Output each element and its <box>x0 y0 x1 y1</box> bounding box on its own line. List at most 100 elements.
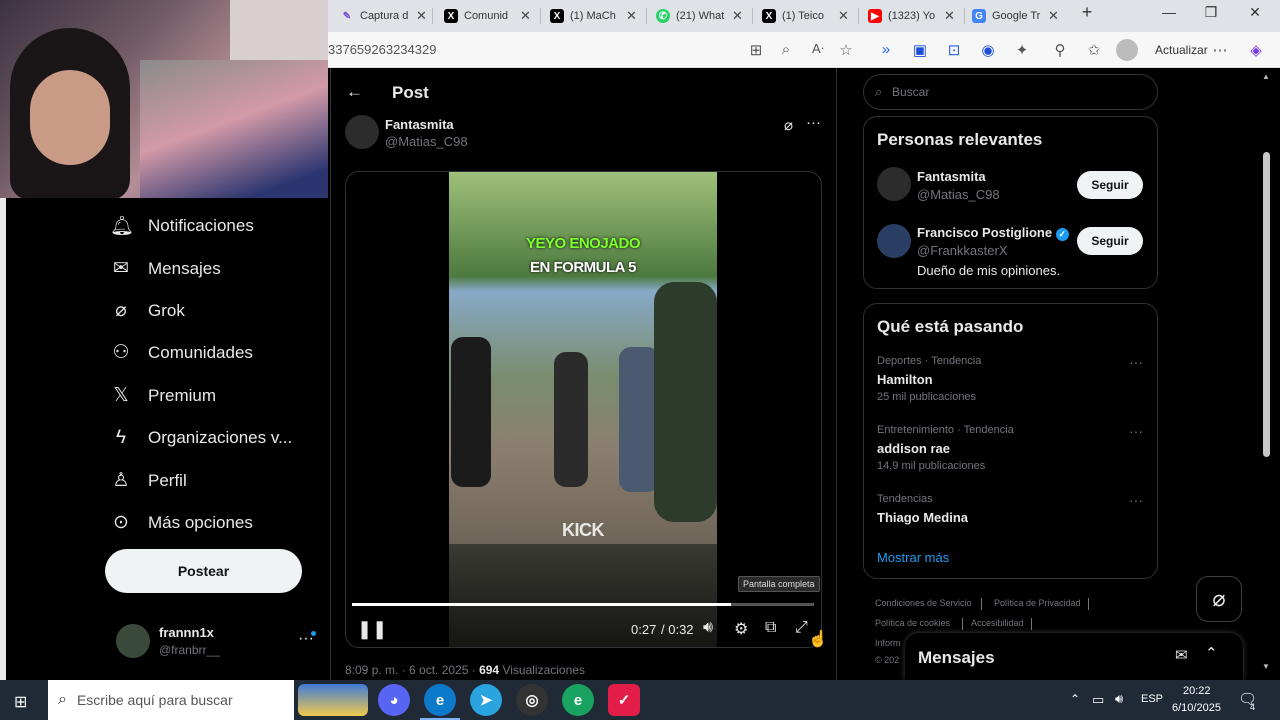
new-tab-icon[interactable]: + <box>1072 2 1102 23</box>
sidebar-item-comunidades[interactable]: ⚇ Comunidades <box>110 341 252 364</box>
back-arrow-icon[interactable]: ← <box>346 82 363 102</box>
fullscreen-icon[interactable]: ⤢ <box>795 619 808 637</box>
telegram-icon[interactable]: ➤ <box>470 684 502 716</box>
menu-dots-icon[interactable]: ⋯ <box>1210 41 1230 59</box>
search-input[interactable]: ⌕ Buscar <box>863 74 1158 110</box>
person-name[interactable]: Fantasmita <box>917 169 986 184</box>
browser-tab[interactable]: ▶ (1323) Yo ✕ <box>862 4 961 28</box>
show-more-link[interactable]: Mostrar más <box>877 550 949 565</box>
language-indicator[interactable]: ESP <box>1141 693 1163 705</box>
footer-link[interactable]: Política de cookies <box>875 618 950 628</box>
footer-link[interactable]: Política de Privacidad <box>994 598 1081 608</box>
widgets-icon[interactable] <box>298 684 368 716</box>
follow-button[interactable]: Seguir <box>1077 171 1143 199</box>
extension-icon[interactable]: ▣ <box>910 41 930 59</box>
url-text[interactable]: 337659263234329 <box>328 42 436 57</box>
windows-start-icon[interactable]: ⊞ <box>14 692 27 712</box>
browser-tab[interactable]: X (1) Teico ✕ <box>756 4 855 28</box>
sidebar-item-grok[interactable]: ⌀ Grok <box>110 299 185 322</box>
browser-tab[interactable]: X (1) MaCh ✕ <box>544 4 643 28</box>
sidebar-item-notificaciones[interactable]: 🔔︎ Notificaciones <box>110 214 254 238</box>
footer-link[interactable]: Inform <box>875 638 901 648</box>
minimize-icon[interactable]: — <box>1154 4 1184 20</box>
sidebar-item-premium[interactable]: 𝕏 Premium <box>110 384 216 407</box>
author-name[interactable]: Fantasmita <box>385 117 454 132</box>
author-handle[interactable]: @Matias_C98 <box>385 134 468 149</box>
scroll-down-icon[interactable]: ▼ <box>1262 662 1270 671</box>
split-screen-icon[interactable]: ⚲ <box>1050 41 1070 59</box>
profile-avatar-icon[interactable] <box>1116 39 1138 61</box>
close-icon[interactable]: ✕ <box>732 8 743 24</box>
scrollbar-thumb[interactable] <box>1263 152 1270 457</box>
read-aloud-icon[interactable]: Aᐧ <box>808 41 828 57</box>
browser-tab[interactable]: ✆ (21) What ✕ <box>650 4 749 28</box>
trend-more-icon[interactable]: ··· <box>1129 354 1143 370</box>
more-options-icon[interactable]: ··· <box>806 114 821 131</box>
clock-date[interactable]: 6/10/2025 <box>1172 702 1221 714</box>
pause-icon[interactable]: ❚❚ <box>357 619 387 640</box>
tray-chevron-icon[interactable]: ⌃ <box>1070 692 1080 706</box>
close-icon[interactable]: ✕ <box>416 8 427 24</box>
update-button[interactable]: Actualizar <box>1155 43 1208 57</box>
app-icon[interactable]: ✓ <box>608 684 640 716</box>
network-icon[interactable]: ▭ <box>1092 692 1104 708</box>
screenshot-icon[interactable]: ⊡ <box>944 41 964 59</box>
sidebar-item-mas-opciones[interactable]: ⊙ Más opciones <box>110 511 253 534</box>
close-icon[interactable]: ✕ <box>838 8 849 24</box>
trend-name[interactable]: addison rae <box>877 441 950 456</box>
follow-button[interactable]: Seguir <box>1077 227 1143 255</box>
expand-up-icon[interactable]: ⌃ <box>1205 644 1218 662</box>
extension-icon[interactable]: » <box>876 41 896 58</box>
clock-time[interactable]: 20:22 <box>1183 685 1211 697</box>
close-icon[interactable]: ✕ <box>520 8 531 24</box>
close-icon[interactable]: ✕ <box>626 8 637 24</box>
obs-icon[interactable]: ◎ <box>516 684 548 716</box>
favorite-star-icon[interactable]: ☆ <box>836 41 856 59</box>
restore-icon[interactable]: ❐ <box>1196 4 1226 21</box>
browser-tab[interactable]: X Comunid ✕ <box>438 4 537 28</box>
new-message-icon[interactable]: ✉ <box>1175 646 1188 664</box>
edge-icon[interactable]: e <box>424 684 456 716</box>
discord-icon[interactable]: ◕ <box>378 684 410 716</box>
volume-icon[interactable]: 🔊︎ <box>703 619 713 637</box>
settings-gear-icon[interactable]: ⚙ <box>734 619 748 639</box>
author-avatar[interactable] <box>345 115 379 149</box>
avatar[interactable] <box>877 167 911 201</box>
sidebar-item-organizaciones[interactable]: ϟ Organizaciones v... <box>110 427 292 449</box>
trend-name[interactable]: Thiago Medina <box>877 510 968 525</box>
person-name[interactable]: Francisco Postiglione ✓ <box>917 225 1069 241</box>
scroll-up-icon[interactable]: ▲ <box>1262 72 1270 81</box>
apps-icon[interactable]: ⊞ <box>746 41 766 59</box>
messages-drawer[interactable]: Mensajes ✉ ⌃ <box>905 633 1243 680</box>
trend-more-icon[interactable]: ··· <box>1129 492 1143 508</box>
sidebar-item-mensajes[interactable]: ✉ Mensajes <box>110 257 221 280</box>
close-window-icon[interactable]: ✕ <box>1240 4 1270 21</box>
post-button[interactable]: Postear <box>105 549 302 593</box>
edge-dev-icon[interactable]: e <box>562 684 594 716</box>
extension-icon[interactable]: ◉ <box>978 41 998 59</box>
trend-more-icon[interactable]: ··· <box>1129 423 1143 439</box>
trend-name[interactable]: Hamilton <box>877 372 933 387</box>
scrollbar[interactable]: ▲ ▼ <box>1257 68 1280 680</box>
grok-icon[interactable]: ⌀ <box>784 116 793 134</box>
extensions-puzzle-icon[interactable]: ✦ <box>1012 41 1032 59</box>
volume-icon[interactable]: 🔊︎ <box>1115 691 1123 707</box>
person-handle[interactable]: @FrankkasterX <box>917 243 1008 258</box>
avatar[interactable] <box>877 224 911 258</box>
taskbar-search[interactable]: ⌕ Escribe aquí para buscar <box>48 680 294 720</box>
grok-floating-button[interactable]: ⌀ <box>1196 576 1242 622</box>
copilot-icon[interactable]: ◈ <box>1246 41 1266 59</box>
pip-icon[interactable]: ⧉ <box>765 619 776 637</box>
avatar[interactable] <box>116 624 150 658</box>
browser-tab[interactable]: G Google Tr ✕ <box>966 4 1065 28</box>
person-handle[interactable]: @Matias_C98 <box>917 187 1000 202</box>
footer-link[interactable]: Accesibilidad <box>971 618 1024 628</box>
browser-tab[interactable]: ✎ Captura d ✕ <box>334 4 433 28</box>
footer-link[interactable]: Condiciones de Servicio <box>875 598 972 608</box>
collections-icon[interactable]: ✩ <box>1084 41 1104 59</box>
sidebar-item-perfil[interactable]: ♙ Perfil <box>110 469 186 492</box>
close-icon[interactable]: ✕ <box>1048 8 1059 24</box>
zoom-icon[interactable]: ⌕ <box>776 41 796 58</box>
progress-track[interactable] <box>352 603 814 606</box>
close-icon[interactable]: ✕ <box>944 8 955 24</box>
